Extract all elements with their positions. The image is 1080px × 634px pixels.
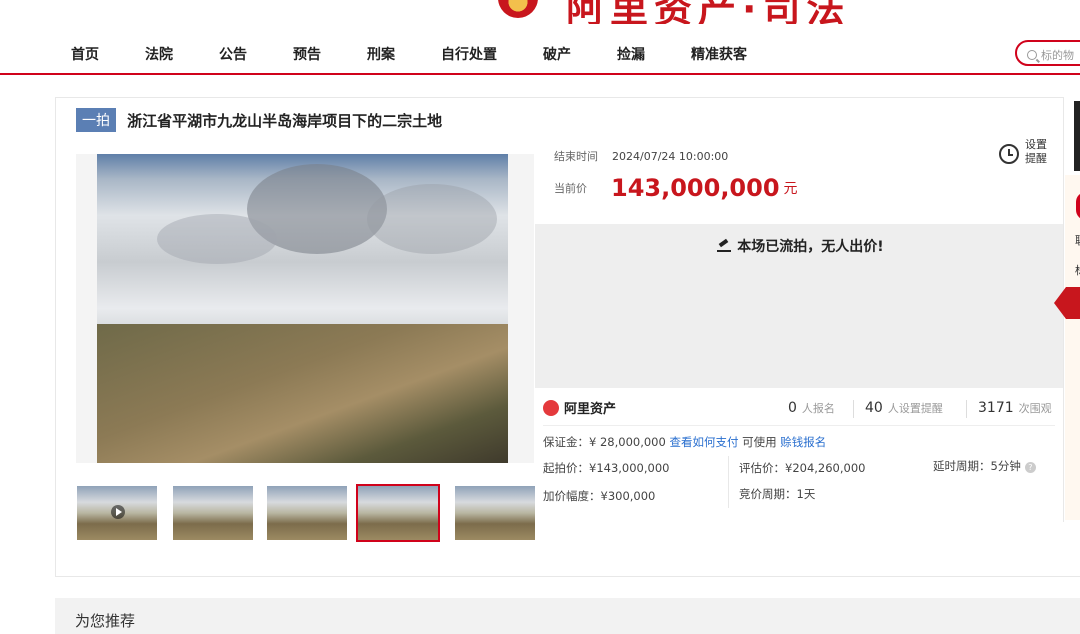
end-time-row: 结束时间 2024/07/24 10:00:00 xyxy=(554,148,728,164)
increment: 加价幅度：¥300,000 xyxy=(543,489,656,503)
logo-text: 阿里资产·司法 xyxy=(566,0,851,24)
site-logo[interactable]: 阿里资产·司法 xyxy=(0,0,1080,24)
how-to-pay-link[interactable]: 查看如何支付 xyxy=(669,435,738,449)
auction-title: 浙江省平湖市九龙山半岛海岸项目下的二宗土地 xyxy=(127,111,443,130)
thumbnail-strip xyxy=(76,484,536,544)
nav-item-preview[interactable]: 预告 xyxy=(293,44,321,64)
auction-status-text: 本场已流拍，无人出价! xyxy=(737,239,884,255)
platform-name: 阿里资产 xyxy=(564,402,617,417)
nav-item-home[interactable]: 首页 xyxy=(71,44,99,64)
stats-row: 阿里资产 0 人报名 40 人设置提醒 3171 次围观 xyxy=(543,394,1055,426)
side-panel-header xyxy=(1074,101,1080,171)
price-unit: 元 xyxy=(783,181,798,197)
nav-item-criminal[interactable]: 刑案 xyxy=(367,44,395,64)
auction-status: 本场已流拍，无人出价! xyxy=(535,236,1066,256)
can-use-label: 可使用 xyxy=(742,435,777,449)
bid-period: 竞价周期：1天 xyxy=(739,487,816,501)
auction-status-panel: 本场已流拍，无人出价! xyxy=(535,224,1066,388)
side-text-2: 标 xyxy=(1075,262,1080,278)
main-nav: 首页 法院 公告 预告 刑案 自行处置 破产 捡漏 精准获客 标的物 xyxy=(0,34,1080,75)
set-reminder-button[interactable]: 设置提醒 xyxy=(999,138,1059,172)
thumbnail-selected[interactable] xyxy=(356,484,440,542)
platform-logo[interactable]: 阿里资产 xyxy=(543,398,616,417)
recommend-title: 为您推荐 xyxy=(75,612,136,630)
search-placeholder: 标的物 xyxy=(1041,49,1074,62)
recommend-section: 为您推荐 xyxy=(55,598,1080,634)
remind-count: 40 xyxy=(865,400,883,416)
thumbnail[interactable] xyxy=(173,486,253,540)
view-count: 3171 xyxy=(978,400,1014,416)
search-input[interactable]: 标的物 xyxy=(1015,40,1080,66)
thumbnail-video[interactable] xyxy=(77,486,157,540)
current-price-label: 当前价 xyxy=(554,182,587,195)
side-panel-toggle[interactable] xyxy=(1054,287,1066,319)
nav-item-bankruptcy[interactable]: 破产 xyxy=(543,44,571,64)
main-photo[interactable] xyxy=(76,154,534,463)
nav-item-bargain[interactable]: 捡漏 xyxy=(617,44,645,64)
thumbnail[interactable] xyxy=(267,486,347,540)
view-label: 次围观 xyxy=(1018,402,1052,415)
land-photo xyxy=(97,154,508,463)
play-icon xyxy=(111,505,125,519)
nav-item-self-disposal[interactable]: 自行处置 xyxy=(441,44,497,64)
gavel-icon xyxy=(717,240,732,252)
current-price-row: 当前价 143,000,000 元 xyxy=(554,174,798,202)
view-stat: 3171 次围观 xyxy=(978,400,1052,416)
set-reminder-label: 设置提醒 xyxy=(1025,138,1047,165)
court-emblem-icon xyxy=(498,0,538,18)
signup-stat: 0 人报名 xyxy=(788,400,835,416)
end-time-label: 结束时间 xyxy=(554,150,598,163)
thumbnail[interactable] xyxy=(455,486,535,540)
end-time-value: 2024/07/24 10:00:00 xyxy=(612,150,729,163)
extension-text: 延时周期：5分钟 xyxy=(933,459,1021,473)
remind-stat: 40 人设置提醒 xyxy=(865,400,943,416)
earn-signup-link[interactable]: 赊钱报名 xyxy=(780,435,826,449)
alarm-clock-icon xyxy=(999,144,1019,164)
auction-title-row: 一拍 浙江省平湖市九龙山半岛海岸项目下的二宗土地 xyxy=(76,108,442,132)
remind-stat-label: 人设置提醒 xyxy=(887,402,943,415)
deposit-row: 保证金：¥ 28,000,000 查看如何支付 可使用 赊钱报名 xyxy=(543,434,826,450)
side-panel-toggle-block[interactable] xyxy=(1066,287,1080,319)
search-icon xyxy=(1027,50,1037,60)
start-price: 起拍价：¥143,000,000 xyxy=(543,461,670,475)
round-badge: 一拍 xyxy=(76,108,116,132)
appraisal-price: 评估价：¥204,260,000 xyxy=(739,461,866,475)
auction-card: 一拍 浙江省平湖市九龙山半岛海岸项目下的二宗土地 结束时间 2024/07/24 … xyxy=(55,97,1080,577)
signup-label: 人报名 xyxy=(801,402,835,415)
page: 阿里资产·司法 首页 法院 公告 预告 刑案 自行处置 破产 捡漏 精准获客 标… xyxy=(0,0,1080,634)
nav-item-lead-gen[interactable]: 精准获客 xyxy=(691,44,747,64)
ali-asset-icon xyxy=(543,400,559,416)
nav-item-announcement[interactable]: 公告 xyxy=(219,44,247,64)
side-text-1: 联 xyxy=(1075,232,1080,248)
help-icon[interactable]: ? xyxy=(1024,462,1036,473)
extension-period: 延时周期：5分钟? xyxy=(933,458,1036,474)
nav-item-court[interactable]: 法院 xyxy=(145,44,173,64)
deposit: 保证金：¥ 28,000,000 xyxy=(543,435,666,449)
signup-count: 0 xyxy=(788,400,797,416)
current-price-value: 143,000,000 xyxy=(611,174,780,202)
